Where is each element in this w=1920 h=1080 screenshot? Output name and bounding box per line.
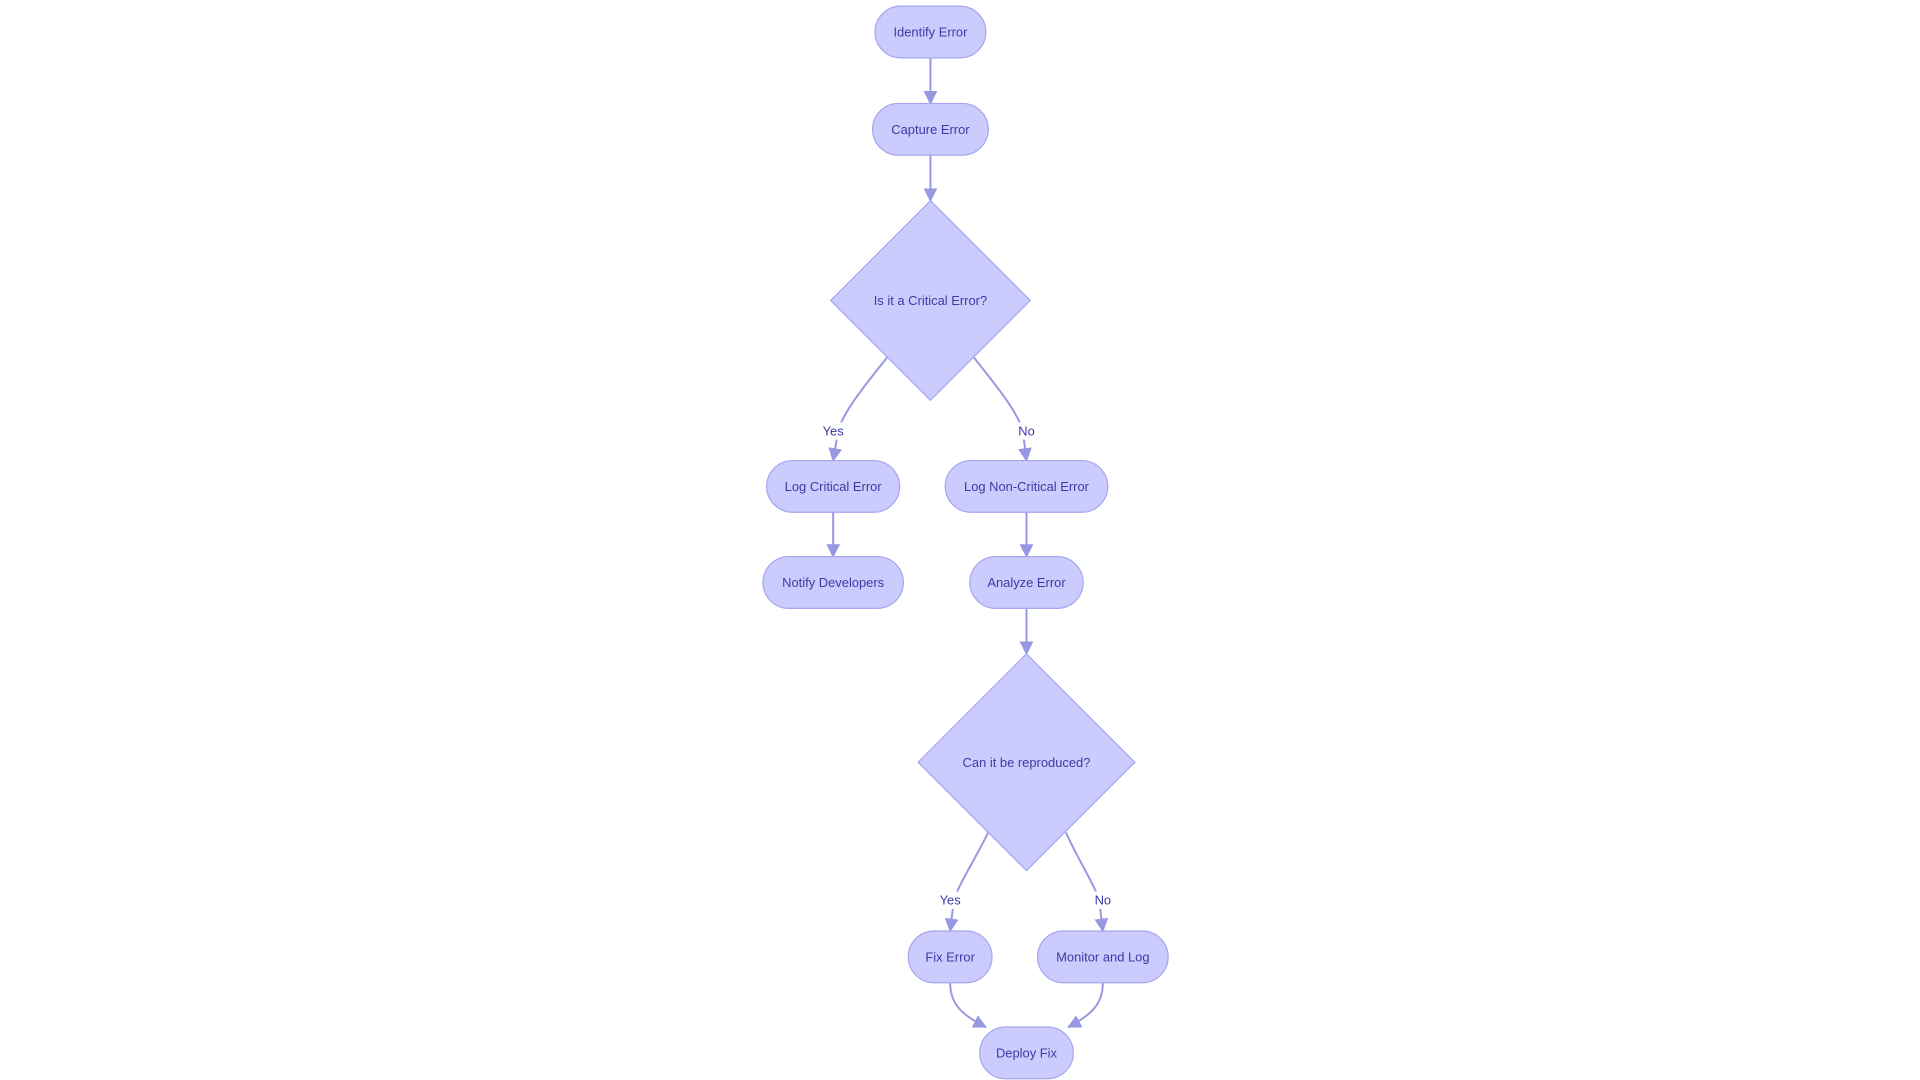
node-label: Is it a Critical Error? bbox=[874, 293, 987, 308]
node-label: Fix Error bbox=[925, 949, 975, 964]
node-label: Capture Error bbox=[891, 122, 970, 137]
node-repro[interactable]: Can it be reproduced? bbox=[917, 653, 1136, 872]
node-notify[interactable]: Notify Developers bbox=[762, 556, 904, 609]
edge-fix-to-deploy bbox=[949, 982, 988, 1028]
node-label: Deploy Fix bbox=[996, 1045, 1058, 1060]
edge-critical-to-logcrit: Yes bbox=[819, 356, 889, 462]
edge-repro-to-fix: Yes bbox=[936, 832, 990, 933]
node-label: Log Critical Error bbox=[785, 479, 883, 494]
node-monitor[interactable]: Monitor and Log bbox=[1036, 930, 1169, 984]
edge-monitor-to-deploy bbox=[1067, 982, 1104, 1028]
node-label: Analyze Error bbox=[987, 575, 1066, 590]
flowchart: Yes No Yes No Identify Error Capture Error Is… bbox=[762, 5, 1169, 1080]
node-label: Identify Error bbox=[893, 25, 968, 40]
node-capture[interactable]: Capture Error bbox=[871, 102, 989, 156]
edge-line bbox=[972, 356, 1032, 462]
edge-label: Yes bbox=[940, 893, 961, 908]
edge-line bbox=[944, 832, 990, 933]
edges: Yes No Yes No bbox=[819, 57, 1117, 1028]
edge-label: No bbox=[1095, 893, 1112, 908]
node-fix[interactable]: Fix Error bbox=[907, 930, 993, 984]
node-label: Log Non-Critical Error bbox=[964, 479, 1090, 494]
edge-label: Yes bbox=[823, 424, 844, 439]
node-analyze[interactable]: Analyze Error bbox=[969, 556, 1084, 609]
node-label: Can it be reproduced? bbox=[963, 755, 1091, 770]
node-label: Notify Developers bbox=[782, 575, 884, 590]
node-critical[interactable]: Is it a Critical Error? bbox=[829, 199, 1032, 402]
edge-line bbox=[1065, 832, 1109, 933]
nodes: Identify Error Capture Error Is it a Criti… bbox=[762, 5, 1169, 1080]
node-lognon[interactable]: Log Non-Critical Error bbox=[944, 459, 1109, 513]
edge-line bbox=[949, 982, 988, 1028]
edge-line bbox=[828, 356, 889, 462]
node-identify[interactable]: Identify Error bbox=[874, 5, 987, 59]
node-logcrit[interactable]: Log Critical Error bbox=[766, 459, 901, 513]
edge-line bbox=[1067, 982, 1104, 1028]
edge-label: No bbox=[1018, 424, 1035, 439]
node-label: Monitor and Log bbox=[1056, 949, 1149, 964]
edge-critical-to-lognon: No bbox=[972, 356, 1041, 462]
node-deploy[interactable]: Deploy Fix bbox=[979, 1026, 1074, 1080]
edge-repro-to-monitor: No bbox=[1065, 832, 1117, 933]
